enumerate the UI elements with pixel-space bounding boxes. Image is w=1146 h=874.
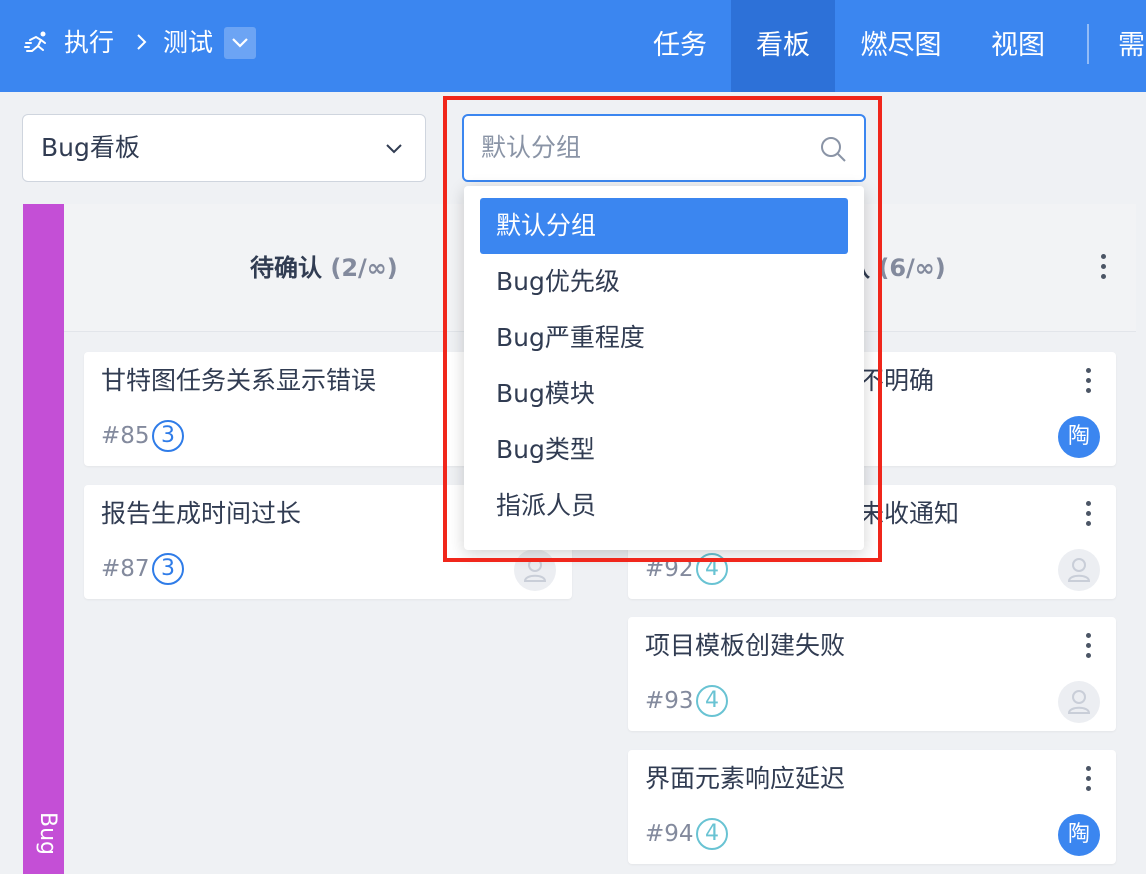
tab-kanban[interactable]: 看板 [731, 0, 835, 92]
top-nav-bar: 执行 测试 任务 看板 燃尽图 视图 需 [0, 0, 1146, 92]
execution-switch-button[interactable] [224, 27, 256, 59]
card-more-icon[interactable] [1086, 501, 1092, 527]
user-icon [1067, 558, 1091, 582]
bug-card[interactable]: 项目模板创建失败 #93 4 [628, 617, 1116, 731]
chevron-right-icon [134, 31, 150, 53]
severity-badge: 3 [152, 420, 184, 452]
column-more-icon[interactable] [1101, 254, 1107, 280]
card-more-icon[interactable] [1086, 633, 1092, 659]
chevron-down-icon [232, 38, 248, 48]
tab-requirements[interactable]: 需 [1118, 0, 1146, 92]
card-id: #87 [101, 556, 150, 582]
column-title-text: 待确认 [250, 254, 322, 282]
chevron-down-icon [386, 144, 402, 154]
tab-view[interactable]: 视图 [970, 0, 1066, 92]
board-type-value: Bug看板 [41, 133, 140, 162]
swimlane-label: Bug [35, 812, 60, 856]
severity-badge: 4 [696, 818, 728, 850]
severity-badge: 3 [152, 553, 184, 585]
unassigned-avatar[interactable] [1058, 549, 1100, 591]
card-title[interactable]: 项目模板创建失败 [645, 629, 845, 663]
card-id: #85 [101, 423, 150, 449]
board-type-select[interactable]: Bug看板 [22, 114, 426, 182]
tab-burndown[interactable]: 燃尽图 [842, 0, 960, 92]
severity-badge: 4 [696, 685, 728, 717]
card-more-icon[interactable] [1086, 368, 1092, 394]
column-title: 待确认 (2/∞) [250, 252, 398, 284]
breadcrumb-current-execution[interactable]: 测试 [163, 26, 213, 60]
user-icon [1067, 690, 1091, 714]
swimlane-bar [23, 204, 64, 874]
card-more-icon[interactable] [1086, 766, 1092, 792]
tab-tasks[interactable]: 任务 [632, 0, 728, 92]
card-title[interactable]: 甘特图任务关系显示错误 [101, 364, 376, 398]
unassigned-avatar[interactable] [1058, 681, 1100, 723]
running-person-icon [24, 30, 50, 56]
breadcrumb-execution[interactable]: 执行 [64, 26, 114, 60]
card-id: #94 [645, 821, 694, 847]
highlight-box [443, 96, 882, 562]
column-count: (6/∞) [878, 254, 946, 282]
card-title[interactable]: 报告生成时间过长 [101, 497, 301, 531]
card-title[interactable]: 界面元素响应延迟 [645, 762, 845, 796]
card-id: #93 [645, 688, 694, 714]
nav-divider [1087, 24, 1089, 64]
assignee-avatar[interactable]: 陶 [1058, 814, 1100, 856]
bug-card[interactable]: 界面元素响应延迟 #94 4 陶 [628, 750, 1116, 864]
assignee-avatar[interactable]: 陶 [1058, 416, 1100, 458]
column-count: (2/∞) [330, 254, 398, 282]
